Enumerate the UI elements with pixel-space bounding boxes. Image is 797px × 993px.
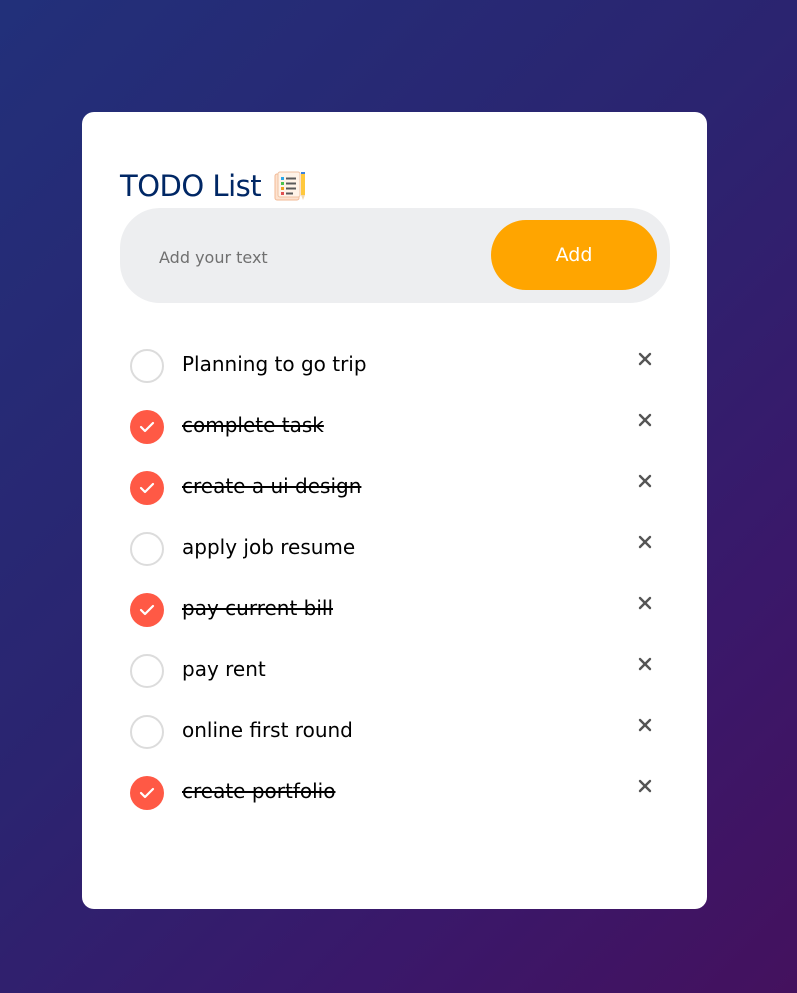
task-text: create portfolio — [182, 779, 336, 803]
task-item[interactable]: pay rent — [120, 641, 670, 702]
task-item[interactable]: online first round — [120, 702, 670, 763]
task-text: Planning to go trip — [182, 352, 367, 376]
checked-circle-icon[interactable] — [130, 410, 164, 444]
close-icon[interactable] — [632, 651, 658, 677]
close-icon[interactable] — [632, 529, 658, 555]
checked-circle-icon[interactable] — [130, 776, 164, 810]
todo-card: TODO List Add Planning to go tripcomp — [82, 112, 707, 909]
checked-circle-icon[interactable] — [130, 593, 164, 627]
task-input[interactable] — [157, 236, 481, 278]
add-button[interactable]: Add — [491, 220, 657, 290]
unchecked-circle-icon[interactable] — [130, 654, 164, 688]
task-text: online first round — [182, 718, 353, 742]
add-task-bar: Add — [120, 208, 670, 303]
title-row: TODO List — [120, 166, 307, 206]
task-text: pay rent — [182, 657, 266, 681]
unchecked-circle-icon[interactable] — [130, 715, 164, 749]
close-icon[interactable] — [632, 712, 658, 738]
close-icon[interactable] — [632, 407, 658, 433]
close-icon[interactable] — [632, 346, 658, 372]
task-text: apply job resume — [182, 535, 356, 559]
page-title: TODO List — [120, 169, 262, 203]
checked-circle-icon[interactable] — [130, 471, 164, 505]
task-text: create a ui design — [182, 474, 362, 498]
task-item[interactable]: Planning to go trip — [120, 336, 670, 397]
task-item[interactable]: create a ui design — [120, 458, 670, 519]
task-item[interactable]: complete task — [120, 397, 670, 458]
notepad-list-icon — [273, 171, 307, 201]
task-item[interactable]: apply job resume — [120, 519, 670, 580]
unchecked-circle-icon[interactable] — [130, 349, 164, 383]
close-icon[interactable] — [632, 590, 658, 616]
task-item[interactable]: pay current bill — [120, 580, 670, 641]
task-text: complete task — [182, 413, 324, 437]
task-list: Planning to go trip complete task create a… — [120, 336, 670, 824]
close-icon[interactable] — [632, 468, 658, 494]
task-text: pay current bill — [182, 596, 334, 620]
close-icon[interactable] — [632, 773, 658, 799]
task-item[interactable]: create portfolio — [120, 763, 670, 824]
unchecked-circle-icon[interactable] — [130, 532, 164, 566]
